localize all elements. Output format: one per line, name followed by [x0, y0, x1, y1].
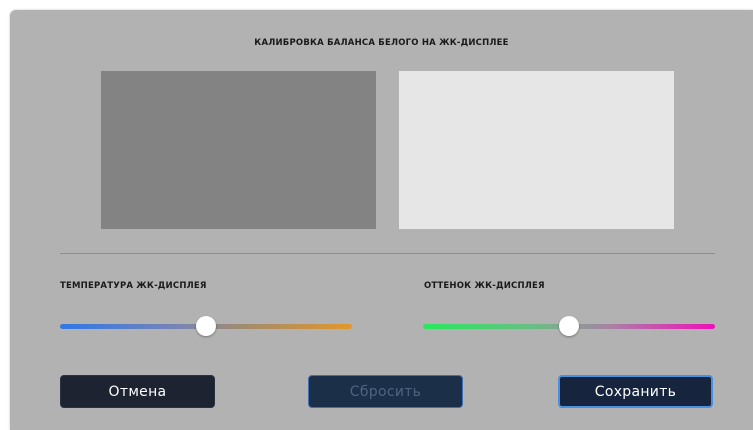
- gray-reference-swatch: [101, 71, 376, 229]
- cancel-button[interactable]: Отмена: [60, 375, 215, 408]
- temperature-slider-handle[interactable]: [196, 316, 216, 336]
- tint-label: ОТТЕНОК ЖК-ДИСПЛЕЯ: [424, 281, 545, 291]
- dialog-title: КАЛИБРОВКА БАЛАНСА БЕЛОГО НА ЖК-ДИСПЛЕЕ: [254, 38, 509, 48]
- reset-button[interactable]: Сбросить: [308, 375, 463, 408]
- tint-slider-handle[interactable]: [559, 316, 579, 336]
- white-reference-swatch: [399, 71, 674, 229]
- white-balance-dialog: КАЛИБРОВКА БАЛАНСА БЕЛОГО НА ЖК-ДИСПЛЕЕ …: [10, 10, 753, 430]
- save-button[interactable]: Сохранить: [558, 375, 713, 408]
- divider: [60, 253, 715, 254]
- temperature-label: ТЕМПЕРАТУРА ЖК-ДИСПЛЕЯ: [60, 281, 207, 291]
